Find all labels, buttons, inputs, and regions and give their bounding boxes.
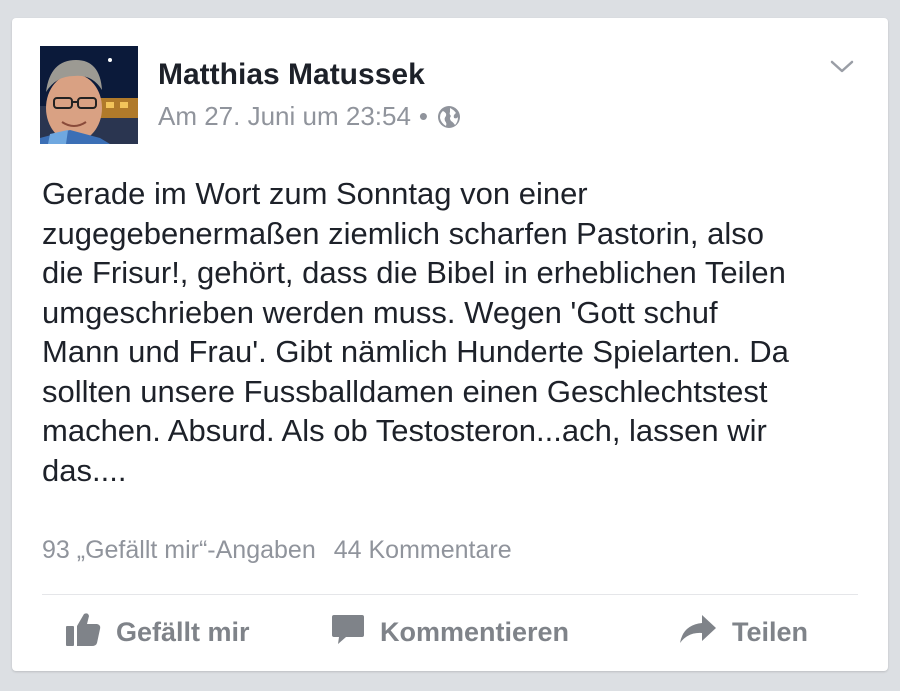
author-name[interactable]: Matthias Matussek: [158, 58, 425, 92]
thumbs-up-icon: [64, 610, 116, 655]
comments-count[interactable]: 44 Kommentare: [334, 536, 512, 564]
timestamp[interactable]: Am 27. Juni um 23:54: [158, 101, 411, 132]
likes-count[interactable]: 93 „Gefällt mir“-Angaben: [42, 536, 316, 564]
post-meta: Am 27. Juni um 23:54 •: [158, 101, 462, 132]
globe-icon: [436, 104, 462, 130]
meta-separator: •: [418, 101, 429, 131]
post-text: Gerade im Wort zum Sonntag von einer zug…: [42, 176, 789, 488]
chevron-down-icon[interactable]: [828, 52, 856, 80]
share-arrow-icon: [678, 611, 732, 654]
action-bar: Gefällt mir Kommentieren Teilen: [42, 610, 858, 654]
speech-bubble-icon: [330, 611, 380, 654]
comment-button[interactable]: Kommentieren: [330, 610, 569, 654]
like-label: Gefällt mir: [116, 616, 250, 647]
avatar[interactable]: [40, 46, 138, 144]
comment-label: Kommentieren: [380, 616, 570, 647]
post-card: Matthias Matussek Am 27. Juni um 23:54 •…: [12, 18, 888, 671]
post-stats: 93 „Gefällt mir“-Angaben 44 Kommentare: [42, 536, 512, 565]
divider: [42, 594, 858, 595]
share-button[interactable]: Teilen: [678, 610, 808, 654]
like-button[interactable]: Gefällt mir: [64, 610, 250, 654]
share-label: Teilen: [732, 616, 809, 647]
